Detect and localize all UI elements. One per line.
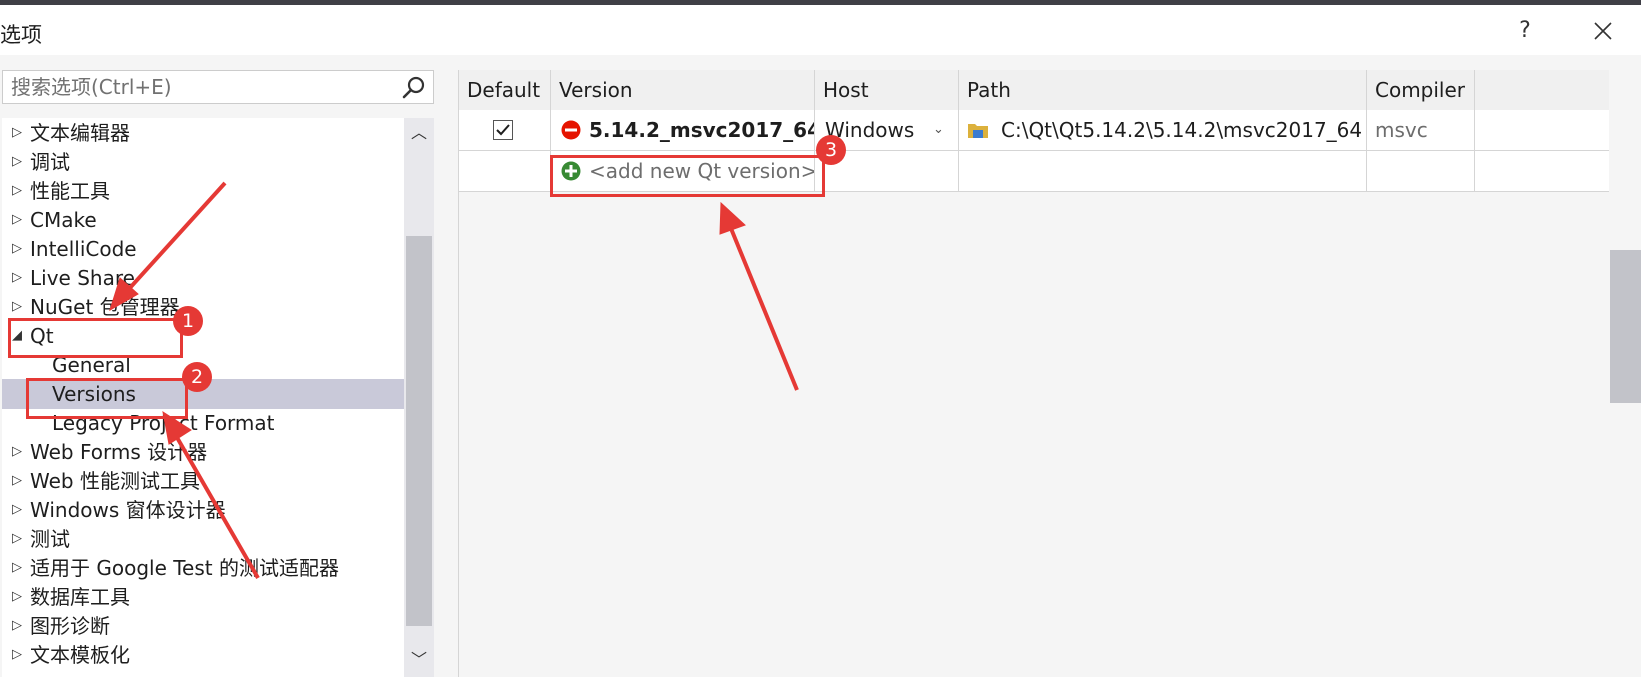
column-header-path[interactable]: Path [959,70,1367,110]
column-header-host[interactable]: Host [815,70,959,110]
column-header-version[interactable]: Version [551,70,815,110]
grid-scrollbar-thumb[interactable] [1610,250,1641,403]
expand-arrow-icon[interactable]: ▷ [12,234,22,264]
tree-item-label: IntelliCode [30,237,137,261]
path-value: C:\Qt\Qt5.14.2\5.14.2\msvc2017_64 [1001,118,1363,142]
expand-arrow-icon[interactable]: ▷ [12,553,22,583]
tree-item-label: 文本编辑器 [30,121,130,145]
tree-item-label: 图形诊断 [30,614,110,638]
tree-item-live-share[interactable]: ▷ Live Share [2,263,404,293]
tree-item-label: Windows 窗体设计器 [30,498,226,522]
tree-item-web-forms-designer[interactable]: ▷ Web Forms 设计器 [2,437,404,467]
tree-item-database-tools[interactable]: ▷ 数据库工具 [2,582,404,612]
tree-item-label: 测试 [30,527,70,551]
expand-arrow-icon[interactable]: ▷ [12,176,22,206]
expand-arrow-icon[interactable]: ▷ [12,640,22,670]
default-checkbox[interactable] [493,120,513,140]
tree-item-label: 数据库工具 [30,585,130,609]
scrollbar-thumb[interactable] [406,236,432,626]
tree-item-debugging[interactable]: ▷ 调试 [2,147,404,177]
empty-cell [1367,151,1475,191]
version-name: 5.14.2_msvc2017_64 [589,118,815,142]
expand-arrow-icon[interactable]: ▷ [12,205,22,235]
grid-header: Default Version Host Path Compiler [459,70,1609,111]
expand-arrow-icon[interactable]: ▷ [12,263,22,293]
compiler-cell[interactable]: msvc [1367,110,1475,150]
search-box [2,70,434,104]
tree-item-label: 文本模板化 [30,643,130,667]
search-input[interactable] [3,71,409,103]
annotation-badge-2: 2 [182,362,212,392]
tree-item-label: CMake [30,208,97,232]
help-button[interactable]: ? [1510,16,1540,46]
error-icon [561,120,581,140]
version-cell[interactable]: 5.14.2_msvc2017_64 [551,110,815,150]
annotation-box-add-version [550,155,825,197]
tree-scrollbar[interactable]: ︿ ﹀ [404,118,434,677]
annotation-box-qt [8,318,183,358]
column-header-default[interactable]: Default [459,70,551,110]
expand-arrow-icon[interactable]: ▷ [12,147,22,177]
tree-item-cmake[interactable]: ▷ CMake [2,205,404,235]
tree-item-label: Web Forms 设计器 [30,440,208,464]
annotation-badge-1: 1 [173,306,203,336]
tree-item-performance-tools[interactable]: ▷ 性能工具 [2,176,404,206]
empty-cell [959,151,1367,191]
expand-arrow-icon[interactable]: ▷ [12,466,22,496]
tree-item-google-test-adapter[interactable]: ▷ 适用于 Google Test 的测试适配器 [2,553,404,583]
table-row[interactable]: 5.14.2_msvc2017_64 Windows ⌄ C:\Qt\Qt5.1… [459,110,1609,151]
expand-arrow-icon[interactable]: ▷ [12,118,22,148]
tree-item-windows-forms-designer[interactable]: ▷ Windows 窗体设计器 [2,495,404,525]
tree-item-label: 调试 [30,150,70,174]
folder-icon [968,124,988,138]
chevron-up-icon[interactable]: ︿ [404,118,434,148]
path-cell[interactable]: C:\Qt\Qt5.14.2\5.14.2\msvc2017_64 [959,110,1367,150]
tree-item-intellicode[interactable]: ▷ IntelliCode [2,234,404,264]
expand-arrow-icon[interactable]: ▷ [12,611,22,641]
tree-item-label: Web 性能测试工具 [30,469,200,493]
expand-arrow-icon[interactable]: ▷ [12,582,22,612]
chevron-down-icon[interactable]: ⌄ [933,110,944,150]
column-header-compiler[interactable]: Compiler [1367,70,1475,110]
chevron-down-icon[interactable]: ﹀ [404,645,434,675]
tree-item-web-performance-test-tools[interactable]: ▷ Web 性能测试工具 [2,466,404,496]
dialog-title: 选项 [0,23,42,47]
close-icon [1594,22,1612,40]
tree-item-label: Live Share [30,266,135,290]
tree-item-label: 适用于 Google Test 的测试适配器 [30,556,339,580]
tree-item-text-templating[interactable]: ▷ 文本模板化 [2,640,404,670]
tree-item-test[interactable]: ▷ 测试 [2,524,404,554]
tree-item-text-editor[interactable]: ▷ 文本编辑器 [2,118,404,148]
tree-item-label: 性能工具 [30,179,110,203]
expand-arrow-icon[interactable]: ▷ [12,495,22,525]
search-icon[interactable] [401,75,427,101]
expand-arrow-icon[interactable]: ▷ [12,524,22,554]
annotation-box-versions [26,378,188,419]
checkmark-icon [496,124,510,136]
annotation-badge-3: 3 [816,135,846,165]
expand-arrow-icon[interactable]: ▷ [12,437,22,467]
default-cell [459,110,551,150]
dialog-titlebar: 选项 ? [0,5,1641,55]
empty-cell [459,151,551,191]
compiler-value: msvc [1375,118,1428,142]
close-button[interactable] [1588,16,1618,46]
tree-item-graphics-diagnostics[interactable]: ▷ 图形诊断 [2,611,404,641]
